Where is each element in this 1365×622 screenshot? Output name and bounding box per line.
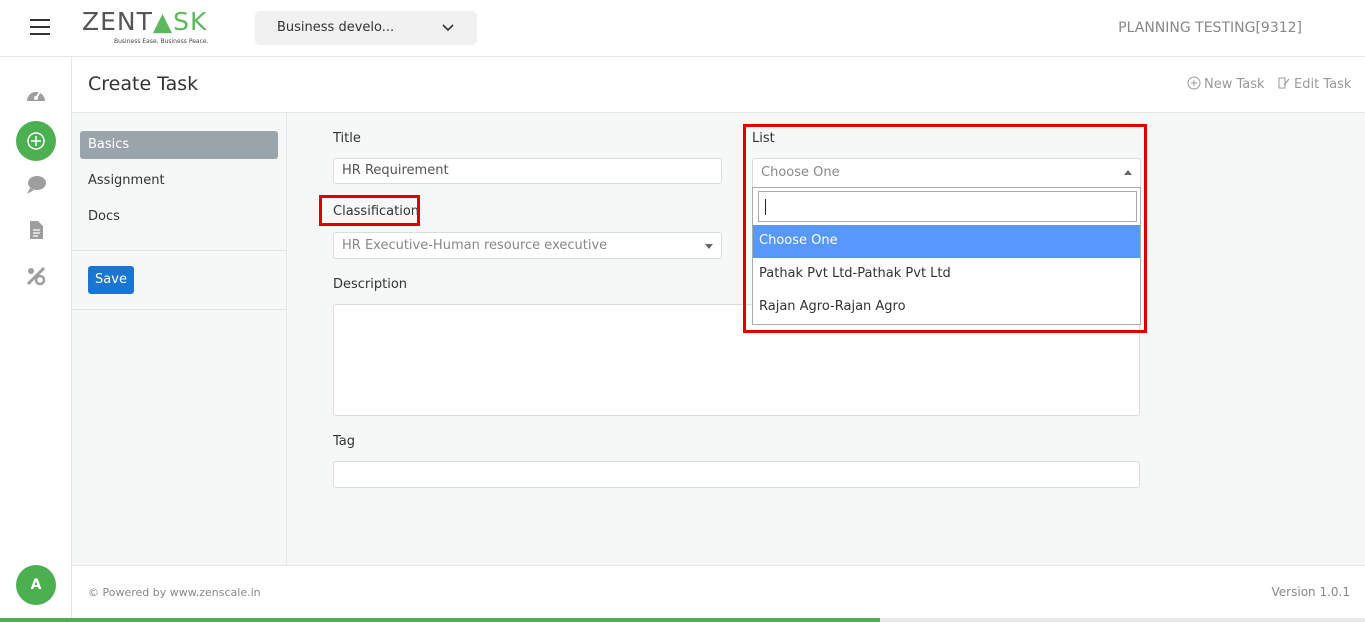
document-icon[interactable] <box>24 218 48 242</box>
save-button[interactable]: Save <box>88 266 134 294</box>
org-name[interactable]: PLANNING TESTING[9312] <box>1118 20 1302 36</box>
title-label: Title <box>333 131 361 146</box>
page-title: Create Task <box>88 73 199 95</box>
caret-down-icon <box>705 244 713 249</box>
page-header: Create Task New Task Edit Task <box>72 57 1365 113</box>
copyright-icon: © <box>88 586 103 599</box>
title-input[interactable]: HR Requirement <box>333 158 722 184</box>
footer: © Powered by www.zenscale.in Version 1.0… <box>72 565 1365 622</box>
powered-by-text: Powered by www.zenscale.in <box>102 586 261 599</box>
logo-tagline: Business Ease. Business Peace. <box>114 38 209 45</box>
logo-accent-text: SK <box>173 7 208 36</box>
powered-by[interactable]: © Powered by www.zenscale.in <box>88 586 261 599</box>
tag-label: Tag <box>333 434 356 449</box>
tab-docs[interactable]: Docs <box>80 203 278 231</box>
divider <box>72 309 287 310</box>
tools-icon[interactable] <box>24 264 48 288</box>
new-task-label: New Task <box>1204 77 1265 92</box>
tab-basics[interactable]: Basics <box>80 131 278 159</box>
logo-figure: ▲ <box>152 7 174 36</box>
avatar[interactable]: A <box>16 565 56 605</box>
description-label: Description <box>333 277 408 292</box>
chat-icon[interactable] <box>24 173 48 197</box>
logo[interactable]: ZENT▲SK Business Ease. Business Peace. <box>82 8 227 48</box>
edit-task-link[interactable]: Edit Task <box>1277 76 1351 92</box>
chevron-down-icon <box>442 24 454 32</box>
page-load-progress-fill <box>0 618 881 622</box>
logo-main-text: ZENT <box>82 7 153 36</box>
dashboard-icon[interactable] <box>24 84 48 108</box>
tag-input[interactable] <box>333 461 1140 488</box>
new-task-link[interactable]: New Task <box>1187 76 1265 92</box>
classification-value: HR Executive-Human resource executive <box>342 238 608 253</box>
divider <box>72 250 287 251</box>
version-label: Version 1.0.1 <box>1271 585 1350 599</box>
top-bar: ZENT▲SK Business Ease. Business Peace. B… <box>0 0 1365 57</box>
project-select-value: Business develo... <box>277 20 395 35</box>
classification-select[interactable]: HR Executive-Human resource executive <box>333 232 722 259</box>
classification-highlight <box>319 195 420 226</box>
list-highlight <box>743 124 1147 333</box>
menu-icon[interactable] <box>30 19 50 35</box>
edit-icon <box>1278 77 1290 89</box>
left-rail: A <box>0 57 72 622</box>
tab-assignment[interactable]: Assignment <box>80 167 278 195</box>
plus-icon <box>27 132 45 150</box>
edit-task-label: Edit Task <box>1294 77 1352 92</box>
page-load-progress <box>0 618 1365 622</box>
add-task-button[interactable] <box>16 121 56 161</box>
form-tabs: Basics Assignment Docs Save <box>72 113 287 565</box>
plus-circle-icon <box>1187 76 1201 90</box>
project-select[interactable]: Business develo... <box>255 11 477 45</box>
